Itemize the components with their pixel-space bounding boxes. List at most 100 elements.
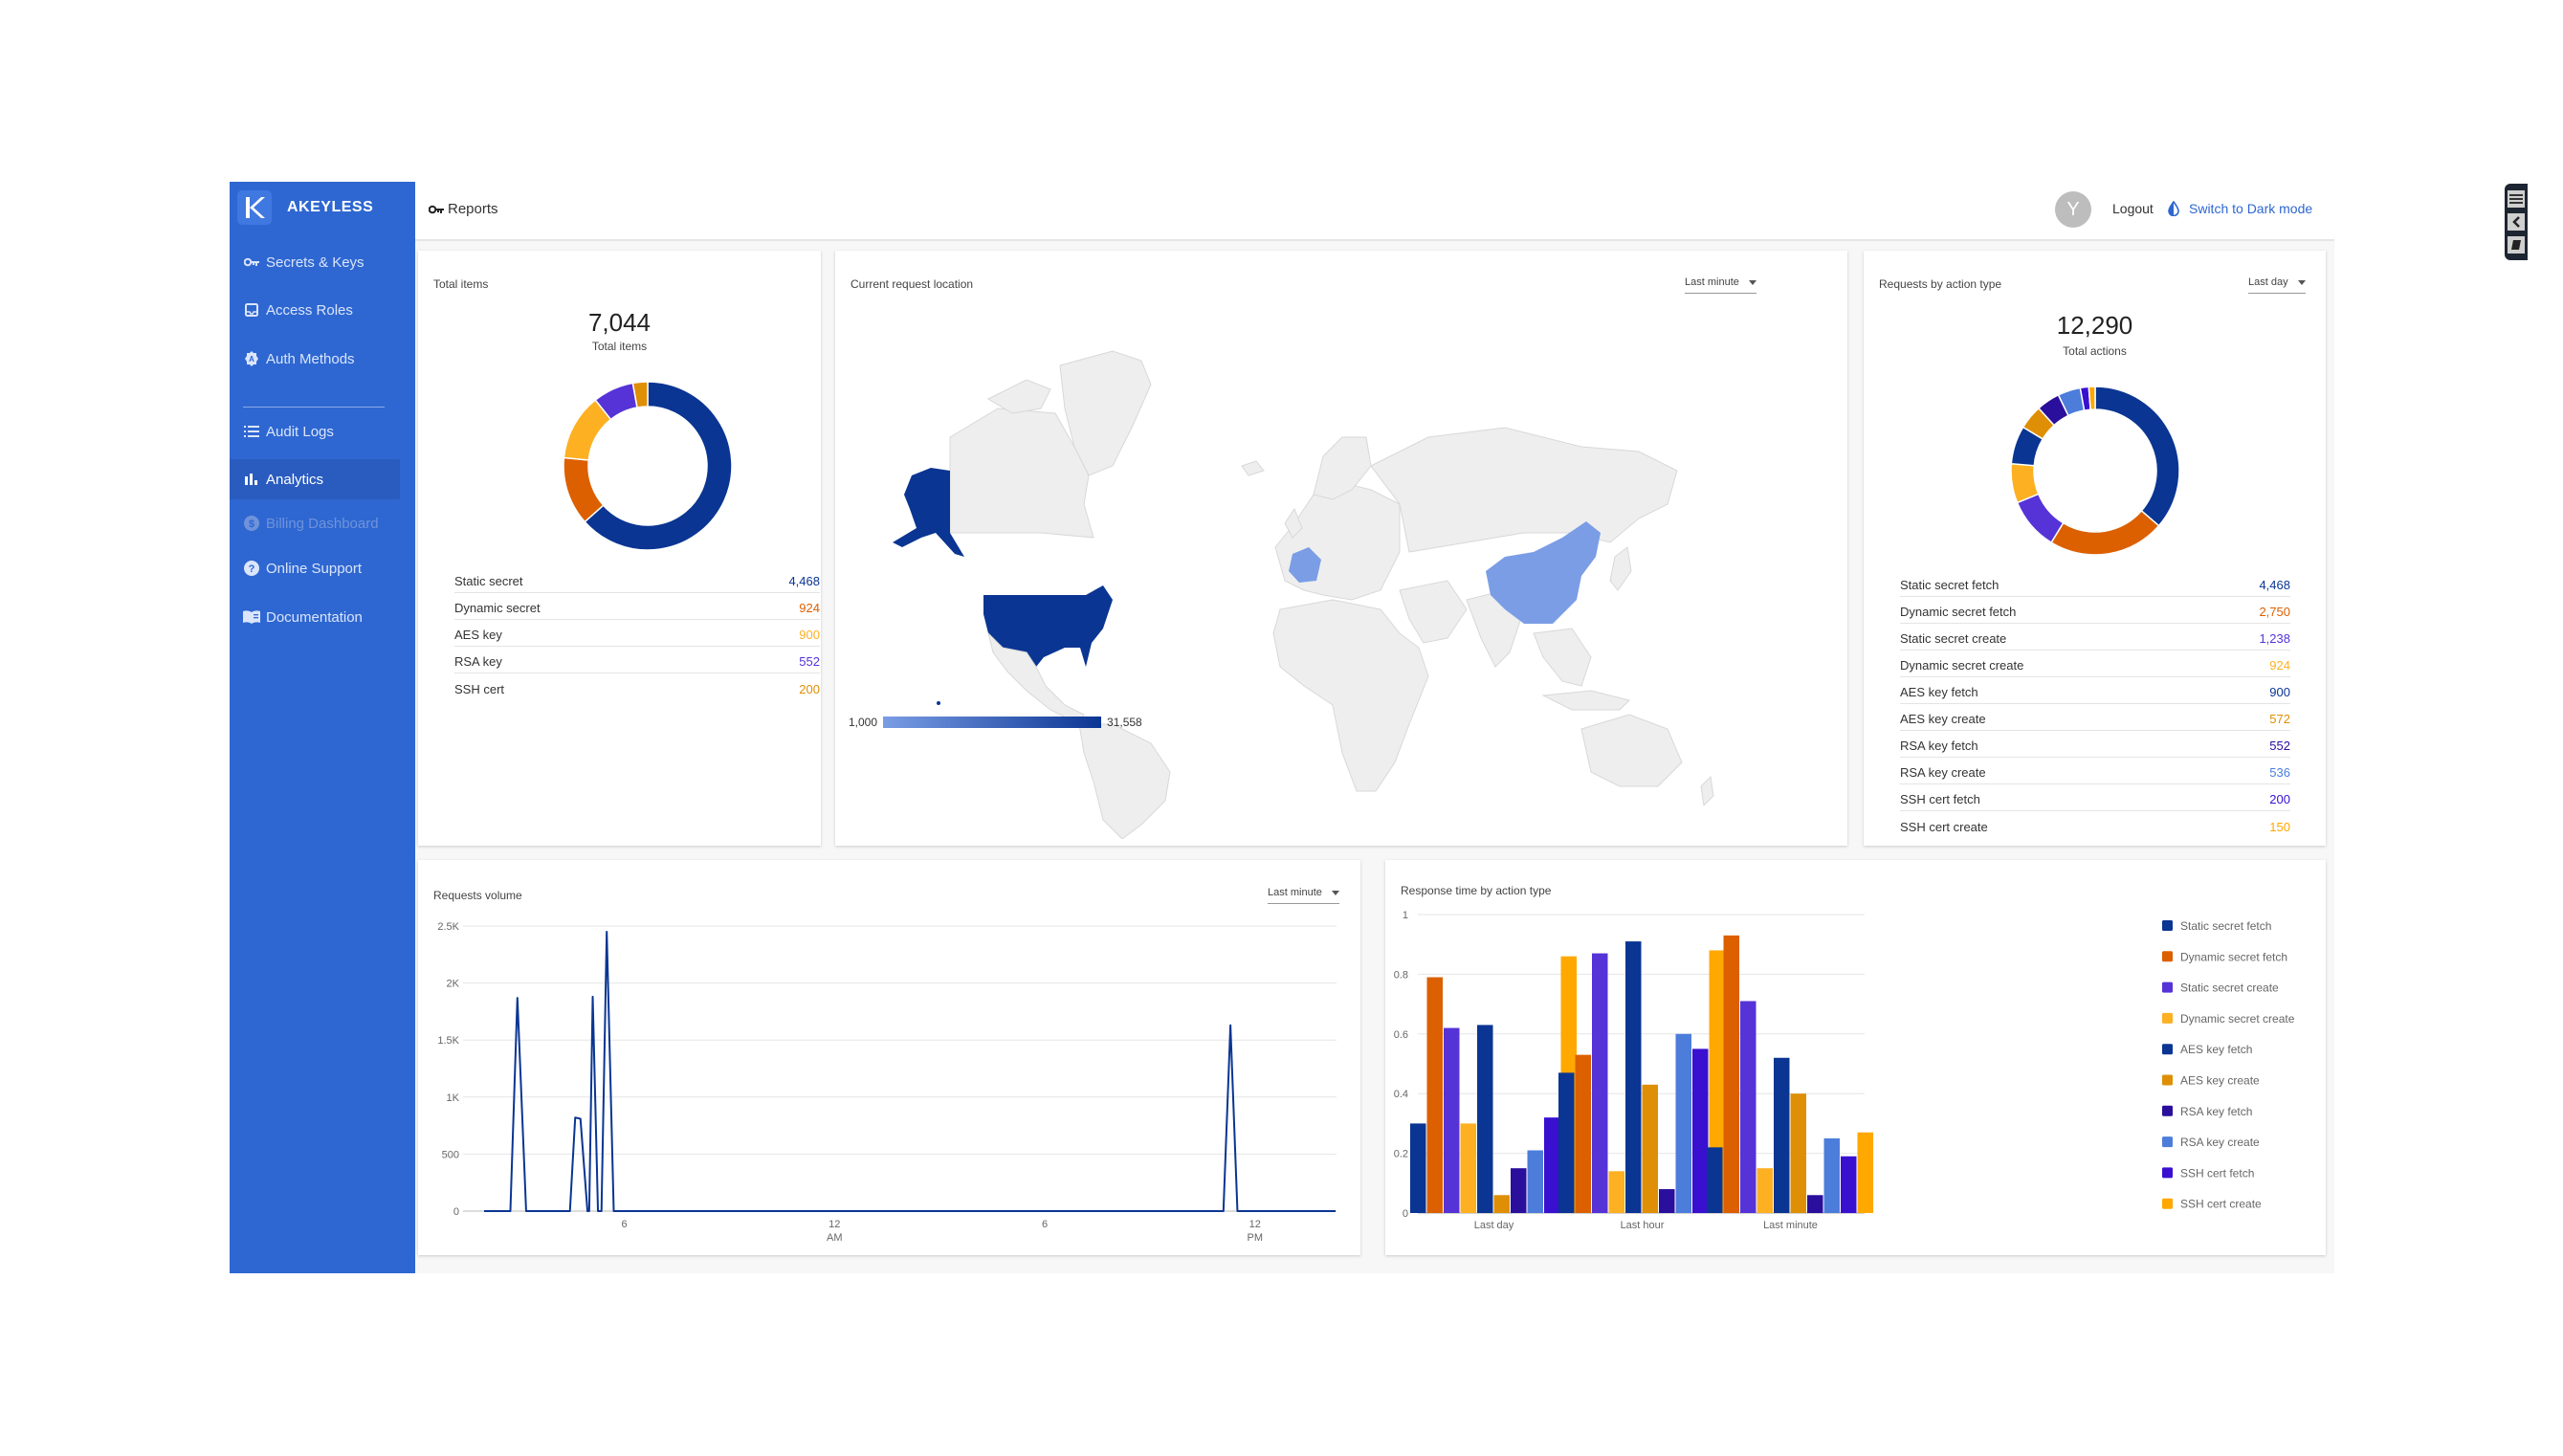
list-item-label: AES key fetch [1900,685,1978,699]
donut-slice-ssh-cert-create[interactable] [2088,386,2096,410]
bar-rsa-key-create[interactable] [1823,1138,1841,1213]
bar-rsa-key-fetch[interactable] [1659,1189,1675,1213]
bar-aes-key-fetch[interactable] [1477,1025,1493,1213]
legend-swatch [2162,920,2173,931]
legend-swatch [2162,951,2173,962]
menu-icon[interactable] [2508,190,2525,208]
map-europe [1274,479,1401,601]
donut-slice-dynamic-secret-fetch[interactable] [2050,509,2160,556]
legend-label: SSH cert fetch [2180,1166,2254,1180]
sidebar-item-access-roles[interactable]: Access Roles [230,290,400,330]
bar-ssh-cert-fetch[interactable] [1841,1156,1857,1213]
legend-swatch [2162,1105,2173,1116]
logout-link[interactable]: Logout [2112,201,2154,216]
floating-toolbar [2505,184,2528,260]
dark-mode-label: Switch to Dark mode [2189,201,2313,216]
help-icon: ? [243,560,260,577]
sidebar-item-analytics[interactable]: Analytics [230,459,400,499]
sidebar: AKEYLESS Secrets & Keys Access Roles A A… [230,182,415,1273]
response-time-chart: 0 0.2 0.4 0.6 0.8 1 Last day Last hour Last minu… [1394,910,2295,1231]
dark-mode-toggle[interactable]: Switch to Dark mode [2168,201,2312,216]
sidebar-item-auth-methods[interactable]: A Auth Methods [230,339,400,379]
bar-ssh-cert-create[interactable] [1857,1132,1874,1213]
bar-dynamic-secret-create[interactable] [1757,1168,1774,1213]
sidebar-item-audit-logs[interactable]: Audit Logs [230,411,400,452]
sidebar-item-label: Secrets & Keys [266,254,365,271]
bar-static-secret-create[interactable] [1592,953,1608,1213]
list-item: Dynamic secret fetch 2,750 [1900,597,2290,624]
sidebar-item-billing-dashboard[interactable]: $ Billing Dashboard [230,503,400,543]
key-icon [243,254,260,271]
bar-static-secret-create[interactable] [1444,1027,1460,1213]
bar-aes-key-fetch[interactable] [1774,1057,1790,1213]
bar-aes-key-create[interactable] [1493,1195,1511,1213]
world-map[interactable] [835,303,1847,839]
y-tick-label: 0 [453,1206,459,1218]
legend-max: 31,558 [1107,716,1142,729]
total-items-donut [563,381,733,551]
map-new-zealand [1700,775,1714,807]
sidebar-item-documentation[interactable]: Documentation [230,597,400,637]
legend-swatch [2162,1074,2173,1086]
book-icon [243,608,260,626]
bar-dynamic-secret-fetch[interactable] [1426,977,1444,1213]
legend-label: Dynamic secret create [2180,1012,2295,1026]
total-items-list: Static secret 4,468 Dynamic secret 924 AES k… [454,566,820,700]
bar-ssh-cert-fetch[interactable] [1692,1048,1709,1213]
bar-static-secret-fetch[interactable] [1558,1072,1575,1213]
bar-ssh-cert-fetch[interactable] [1544,1117,1560,1213]
select-value: Last minute [1685,276,1739,288]
sidebar-item-label: Audit Logs [266,423,334,440]
bar-aes-key-create[interactable] [1790,1093,1807,1213]
legend-label: SSH cert create [2180,1198,2262,1211]
bar-aes-key-fetch[interactable] [1625,941,1642,1213]
donut-slice-static-secret-fetch[interactable] [2094,386,2180,527]
volume-range-select[interactable]: Last minute [1268,887,1339,904]
requests-volume-line[interactable] [484,930,1336,1212]
list-item: Dynamic secret create 924 [1900,651,2290,677]
y-tick-label: 0.4 [1394,1089,1408,1100]
action-range-select[interactable]: Last day [2248,276,2306,294]
list-item: Dynamic secret 924 [454,593,820,620]
key-icon [429,205,444,214]
map-russia [1370,427,1678,553]
bar-rsa-key-create[interactable] [1527,1150,1544,1213]
bar-rsa-key-create[interactable] [1675,1033,1692,1213]
bar-static-secret-fetch[interactable] [1707,1147,1723,1213]
svg-text:?: ? [249,563,255,575]
y-tick-label: 1.5K [437,1035,459,1047]
y-tick-label: 0.8 [1394,969,1408,981]
bar-dynamic-secret-fetch[interactable] [1723,935,1740,1213]
bar-dynamic-secret-create[interactable] [1460,1123,1477,1213]
bar-dynamic-secret-create[interactable] [1608,1171,1625,1213]
bar-static-secret-fetch[interactable] [1410,1123,1426,1213]
map-indonesia [1541,690,1630,711]
bar-rsa-key-fetch[interactable] [1511,1168,1527,1213]
list-item-value: 4,468 [788,574,820,588]
map-legend: 1,000 31,558 [849,716,1142,729]
notebook-icon[interactable] [2508,236,2525,254]
caret-down-icon [1748,279,1757,285]
sidebar-item-label: Access Roles [266,301,353,319]
legend-swatch [2162,982,2173,993]
list-item-label: Static secret fetch [1900,578,2000,592]
y-tick-label: 0.2 [1394,1149,1408,1160]
chevron-left-icon[interactable] [2508,213,2525,231]
sidebar-item-online-support[interactable]: ? Online Support [230,548,400,588]
x-tick-label: 12 [829,1219,840,1230]
list-item-value: 4,468 [2259,578,2290,592]
bar-static-secret-create[interactable] [1740,1001,1757,1213]
brand-name: AKEYLESS [287,199,374,215]
map-range-select[interactable]: Last minute [1685,276,1757,294]
bar-aes-key-create[interactable] [1642,1084,1659,1213]
list-item-label: SSH cert create [1900,820,1988,834]
select-value: Last minute [1268,887,1322,898]
list-item-value: 572 [2269,712,2290,726]
bar-dynamic-secret-fetch[interactable] [1575,1054,1592,1213]
brand-logo[interactable]: AKEYLESS [237,190,373,225]
donut-slice-static-secret-create[interactable] [2016,493,2065,544]
legend-gradient-bar [883,717,1102,728]
bar-rsa-key-fetch[interactable] [1807,1195,1823,1213]
sidebar-item-secrets-keys[interactable]: Secrets & Keys [230,242,400,282]
avatar[interactable]: Y [2055,191,2091,228]
